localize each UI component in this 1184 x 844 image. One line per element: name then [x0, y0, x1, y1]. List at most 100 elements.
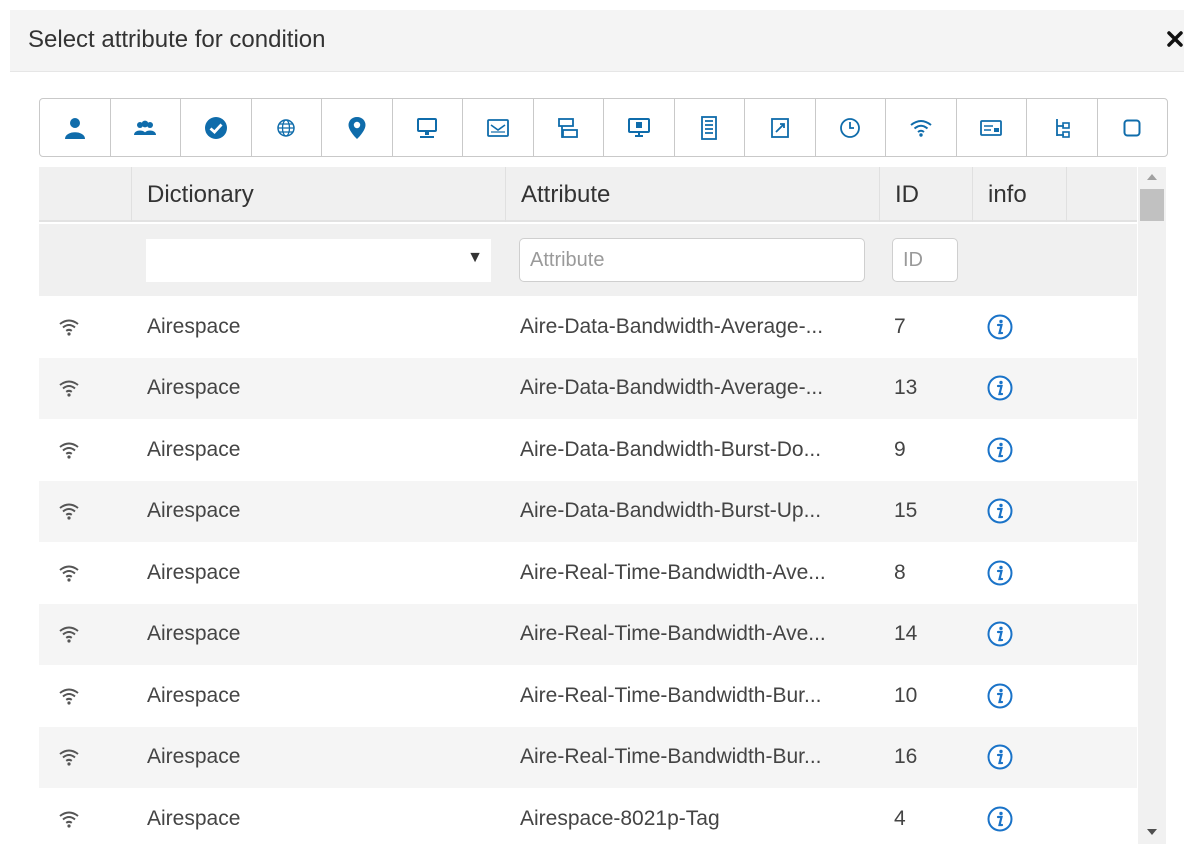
- table-row[interactable]: Airespace Aire-Data-Bandwidth-Average-...…: [39, 357, 1137, 420]
- tool-location-button[interactable]: [322, 99, 393, 156]
- row-attribute: Aire-Real-Time-Bandwidth-Bur...: [520, 745, 822, 769]
- row-dictionary: Airespace: [147, 437, 241, 461]
- row-attribute: Aire-Data-Bandwidth-Average-...: [520, 376, 824, 400]
- row-id: 16: [894, 745, 918, 769]
- row-dictionary: Airespace: [147, 376, 241, 400]
- info-icon[interactable]: [986, 296, 1014, 358]
- id-filter-input[interactable]: [892, 238, 958, 282]
- grid-header: Dictionary Attribute ID info: [39, 167, 1137, 222]
- wifi-icon: [57, 542, 85, 604]
- tool-square-button[interactable]: [1098, 99, 1168, 156]
- network-icon: [558, 117, 579, 138]
- tool-clock-button[interactable]: [816, 99, 886, 156]
- tool-check-button[interactable]: [181, 99, 252, 156]
- close-button[interactable]: [1160, 24, 1184, 54]
- document-icon: [770, 117, 789, 138]
- attribute-filter-input[interactable]: [519, 238, 865, 282]
- row-id: 9: [894, 437, 906, 461]
- wifi-icon: [57, 358, 85, 420]
- row-dictionary: Airespace: [147, 560, 241, 584]
- wifi-icon: [57, 419, 85, 481]
- wifi-icon: [57, 788, 85, 844]
- info-icon[interactable]: [986, 358, 1014, 420]
- dialog-header: Select attribute for condition: [10, 10, 1184, 72]
- table-row[interactable]: Airespace Aire-Real-Time-Bandwidth-Bur...…: [39, 726, 1137, 789]
- hierarchy-icon: [1055, 118, 1070, 138]
- table-row[interactable]: Airespace Aire-Data-Bandwidth-Burst-Do...…: [39, 419, 1137, 481]
- scroll-down-button[interactable]: [1138, 822, 1166, 842]
- info-icon[interactable]: [986, 419, 1014, 481]
- row-dictionary: Airespace: [147, 745, 241, 769]
- wifi-icon: [57, 296, 85, 358]
- row-attribute: Aire-Data-Bandwidth-Burst-Up...: [520, 499, 822, 523]
- row-dictionary: Airespace: [147, 499, 241, 523]
- close-icon: [1167, 31, 1183, 47]
- check-circle-icon: [204, 116, 227, 139]
- table-row[interactable]: Airespace Aire-Real-Time-Bandwidth-Bur...…: [39, 665, 1137, 727]
- tool-user-button[interactable]: [40, 99, 111, 156]
- row-id: 8: [894, 560, 906, 584]
- table-row[interactable]: Airespace Aire-Real-Time-Bandwidth-Ave...…: [39, 603, 1137, 666]
- mail-icon: [486, 118, 509, 137]
- tool-hierarchy-button[interactable]: [1027, 99, 1098, 156]
- globe-icon: [277, 118, 295, 137]
- square-icon: [1123, 119, 1141, 136]
- info-icon[interactable]: [986, 788, 1014, 844]
- users-icon: [134, 120, 157, 135]
- table-row[interactable]: Airespace Aire-Real-Time-Bandwidth-Ave...…: [39, 542, 1137, 604]
- info-icon[interactable]: [986, 604, 1014, 666]
- row-id: 10: [894, 683, 918, 707]
- info-icon[interactable]: [986, 481, 1014, 543]
- row-id: 14: [894, 622, 918, 646]
- wifi-icon: [910, 119, 932, 137]
- table-row[interactable]: Airespace Airespace-8021p-Tag 4: [39, 788, 1137, 844]
- table-row[interactable]: Airespace Aire-Data-Bandwidth-Burst-Up...…: [39, 480, 1137, 543]
- tool-network-button[interactable]: [534, 99, 604, 156]
- scroll-thumb[interactable]: [1140, 189, 1164, 221]
- tool-building-button[interactable]: [675, 99, 745, 156]
- row-id: 15: [894, 499, 918, 523]
- row-dictionary: Airespace: [147, 683, 241, 707]
- header-dictionary[interactable]: Dictionary: [132, 167, 506, 222]
- wifi-icon: [57, 727, 85, 789]
- scroll-down-arrow-icon: [1147, 829, 1157, 835]
- tool-users-button[interactable]: [111, 99, 181, 156]
- info-icon[interactable]: [986, 542, 1014, 604]
- row-id: 4: [894, 806, 906, 830]
- location-pin-icon: [348, 116, 366, 139]
- tool-wifi-button[interactable]: [886, 99, 957, 156]
- header-id[interactable]: ID: [880, 167, 973, 222]
- row-id: 13: [894, 376, 918, 400]
- row-dictionary: Airespace: [147, 622, 241, 646]
- dictionary-filter-select[interactable]: ▼: [146, 239, 491, 282]
- table-row[interactable]: Airespace Aire-Data-Bandwidth-Average-...…: [39, 296, 1137, 358]
- tool-mail-button[interactable]: [463, 99, 534, 156]
- card-icon: [980, 119, 1003, 136]
- tool-computer-button[interactable]: [393, 99, 463, 156]
- vertical-scrollbar[interactable]: [1138, 167, 1166, 844]
- row-attribute: Aire-Real-Time-Bandwidth-Ave...: [520, 622, 826, 646]
- wifi-icon: [57, 665, 85, 727]
- scroll-up-arrow-icon: [1147, 174, 1157, 180]
- scroll-up-button[interactable]: [1138, 167, 1166, 187]
- header-info: info: [973, 167, 1067, 222]
- header-attribute[interactable]: Attribute: [506, 167, 880, 222]
- tool-document-button[interactable]: [745, 99, 816, 156]
- computer-icon: [417, 117, 438, 138]
- clock-icon: [840, 117, 861, 138]
- info-icon[interactable]: [986, 727, 1014, 789]
- tool-monitor-button[interactable]: [604, 99, 675, 156]
- header-icon-column: [39, 167, 132, 222]
- tool-globe-button[interactable]: [252, 99, 322, 156]
- row-attribute: Aire-Real-Time-Bandwidth-Ave...: [520, 560, 826, 584]
- row-attribute: Aire-Data-Bandwidth-Burst-Do...: [520, 437, 822, 461]
- filter-row: ▼: [39, 224, 1137, 296]
- row-attribute: Airespace-8021p-Tag: [520, 806, 720, 830]
- info-icon[interactable]: [986, 665, 1014, 727]
- user-icon: [64, 117, 85, 139]
- tool-card-button[interactable]: [957, 99, 1027, 156]
- row-attribute: Aire-Real-Time-Bandwidth-Bur...: [520, 683, 822, 707]
- caret-down-icon: ▼: [467, 249, 483, 266]
- dialog-title: Select attribute for condition: [28, 26, 326, 53]
- dictionary-filter-toolbar: [39, 98, 1168, 157]
